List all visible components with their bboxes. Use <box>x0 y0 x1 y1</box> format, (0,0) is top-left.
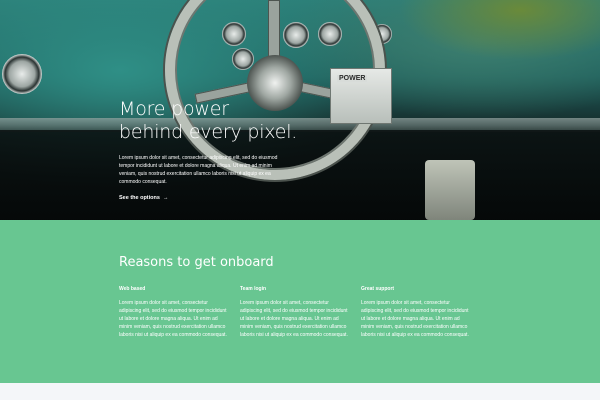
feature-description: Lorem ipsum dolor sit amet, consectetur … <box>361 300 469 338</box>
hero-title-line1: More power <box>119 98 229 120</box>
reasons-section: Reasons to get onboard Web based Lorem i… <box>0 220 600 383</box>
hero-section: POWER More power behind every pixel. Lor… <box>0 0 600 220</box>
reasons-title: Reasons to get onboard <box>119 255 274 270</box>
feature-web-based: Web based Lorem ipsum dolor sit amet, co… <box>119 286 231 339</box>
feature-description: Lorem ipsum dolor sit amet, consectetur … <box>240 300 348 338</box>
hero-title: More power behind every pixel. <box>119 98 419 144</box>
see-options-label: See the options <box>119 195 160 201</box>
hero-description: Lorem ipsum dolor sit amet, consectetur … <box>119 155 278 185</box>
steering-spoke <box>268 0 280 60</box>
feature-description: Lorem ipsum dolor sit amet, consectetur … <box>119 300 227 338</box>
compass-gauge-icon <box>2 54 42 94</box>
footer-strip <box>0 383 600 400</box>
throttle-lever-image <box>425 160 475 220</box>
feature-title: Web based <box>119 286 146 292</box>
arrow-right-icon: → <box>162 195 169 201</box>
feature-great-support: Great support Lorem ipsum dolor sit amet… <box>361 286 473 339</box>
hero-title-line2: behind every pixel. <box>119 121 298 143</box>
see-options-link[interactable]: See the options → <box>119 195 168 201</box>
feature-team-login: Team login Lorem ipsum dolor sit amet, c… <box>240 286 352 339</box>
hero-content: More power behind every pixel. Lorem ips… <box>119 98 419 204</box>
feature-title: Team login <box>240 286 267 292</box>
feature-title: Great support <box>361 286 395 292</box>
power-badge-text: POWER <box>337 75 368 82</box>
